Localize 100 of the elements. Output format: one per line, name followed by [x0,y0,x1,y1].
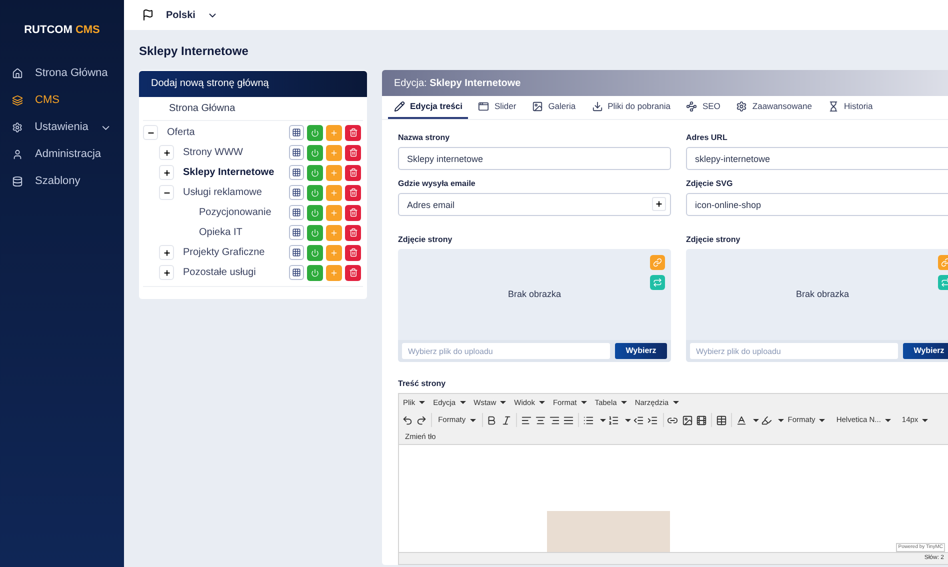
plus-icon [330,208,338,216]
expand-toggle[interactable] [143,125,158,140]
grid-icon [292,228,301,236]
expand-toggle[interactable] [159,165,174,180]
field-label: Adres URL [686,132,728,144]
database-icon [12,176,23,187]
tree-item[interactable]: Projekty Graficzne [183,245,289,260]
caret-icon [819,418,826,422]
delete-button[interactable] [345,124,361,140]
caret-icon [470,418,476,422]
tab[interactable]: SEO [680,95,726,119]
file-field[interactable]: Wybierz plik do uploadu [690,343,898,359]
grid-button[interactable] [289,184,304,200]
tab[interactable]: Edycja treści [388,95,468,119]
delete-button[interactable] [345,204,361,220]
grid-button[interactable] [289,264,304,280]
grid-button[interactable] [289,164,304,180]
caret-icon [625,418,632,422]
tree-item[interactable]: Sklepy Internetowe [183,165,289,180]
expand-toggle[interactable] [159,145,174,160]
choose-button[interactable]: Wybierz [615,343,667,359]
plus-icon [330,268,338,276]
delete-button[interactable] [345,184,361,200]
flag-icon [142,9,154,21]
language-select[interactable]: Polski [166,8,218,22]
add-email-button[interactable] [652,197,666,211]
caret-icon [580,401,587,404]
tab[interactable]: Historia [822,95,879,119]
nodes-icon [686,100,698,112]
delete-button[interactable] [345,264,361,280]
power-icon [311,248,319,256]
expand-toggle[interactable] [159,265,174,280]
trash-icon [348,128,358,137]
nav-item[interactable]: Strona Główna [0,60,124,87]
repeat-icon [941,278,948,287]
tree-item[interactable]: Pozycjonowanie [199,205,289,220]
tree-item[interactable]: Strony WWW [183,145,289,160]
power-icon [311,168,319,176]
grid-button[interactable] [289,224,304,240]
caret-icon [460,401,466,404]
layers-icon [12,95,23,106]
grid-icon [292,268,301,276]
power-icon [311,128,319,136]
caret-icon [419,401,426,404]
expand-toggle[interactable] [159,185,174,200]
tree-item[interactable]: Pozostałe usługi [183,265,289,280]
field-label: Nazwa strony [398,132,451,144]
grid-button[interactable] [289,204,304,220]
delete-button[interactable] [345,224,361,240]
text-field[interactable]: sklepy-internetowe [686,147,948,170]
home-icon [12,68,23,79]
plus-icon [330,128,338,136]
page-title: Sklepy Internetowe [139,43,250,58]
power-icon [311,188,319,196]
panel-title: Edycja: Sklepy Internetowe [394,76,521,90]
download-icon [592,100,603,112]
plus-icon [162,268,170,276]
plus-icon [330,228,338,236]
nav-item[interactable]: Ustawienia [0,114,124,141]
grid-button[interactable] [289,124,304,140]
tree-item[interactable]: Usługi reklamowe [183,185,289,200]
nav-item[interactable]: Administracja [0,141,124,168]
link-icon [941,258,948,267]
power-icon [311,148,319,156]
add-page-button[interactable]: Dodaj nową stronę główną [139,70,367,96]
tab[interactable]: Pliki do pobrania [586,95,676,119]
tree-item[interactable]: Opieka IT [199,225,289,240]
delete-button[interactable] [345,244,361,260]
text-field[interactable]: icon-online-shop [686,193,948,216]
trash-icon [348,208,358,217]
choose-button[interactable]: Wybierz [903,343,948,359]
nav-item[interactable]: Szablony [0,168,124,195]
nav-item[interactable]: CMS [0,87,124,114]
tab[interactable]: Galeria [526,95,582,119]
caret-icon [778,418,784,422]
tree-item[interactable]: Oferta [167,125,289,140]
caret-icon [922,418,928,422]
tree-item[interactable]: Strona Główna [169,100,236,116]
grid-button[interactable] [289,144,304,160]
field-label: Gdzie wysyła emaile [398,178,476,190]
grid-button[interactable] [289,244,304,260]
file-field[interactable]: Wybierz plik do uploadu [402,343,610,359]
plus-icon [162,168,170,176]
expand-toggle[interactable] [159,245,174,260]
no-image-text: Brak obrazka [796,288,850,301]
field-label: Zdjęcie strony [686,234,742,246]
tab[interactable]: Slider [472,95,522,119]
gear-icon [12,122,23,133]
field-label: Zdjęcie strony [398,234,454,246]
delete-button[interactable] [345,144,361,160]
trash-icon [348,248,358,257]
grid-icon [292,148,301,156]
grid-icon [292,188,301,196]
delete-button[interactable] [345,164,361,180]
tab[interactable]: Zaawansowane [730,95,818,119]
email-field[interactable]: Adres email [398,193,671,216]
window-icon [478,100,490,112]
text-field[interactable]: Sklepy internetowe [398,147,671,170]
no-image-text: Brak obrazka [508,288,562,301]
power-icon [311,208,319,216]
